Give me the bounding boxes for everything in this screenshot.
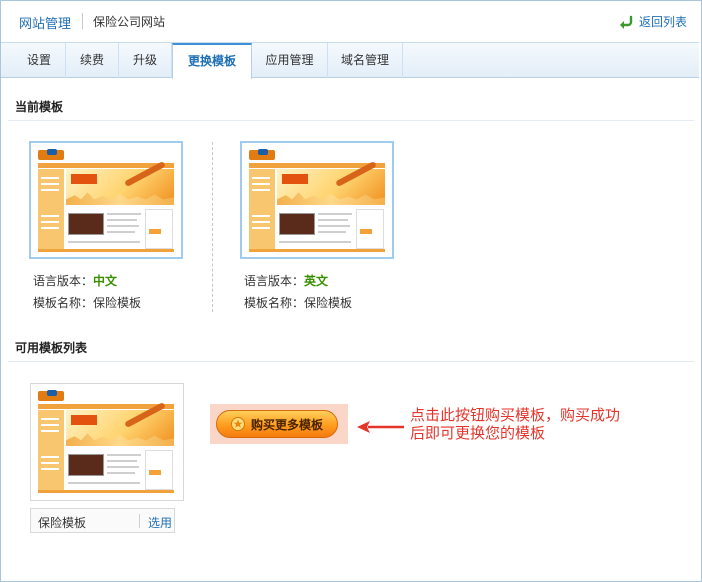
return-arrow-icon [619,15,633,29]
tab-renew[interactable]: 续费 [66,43,119,78]
current-template-thumbnail-zh [29,141,183,259]
tab-bar: 设置 续费 升级 更换模板 应用管理 域名管理 [1,43,699,79]
back-label: 返回列表 [638,15,687,29]
select-template-link[interactable]: 选用 [148,514,172,531]
available-template-row: 保险模板 选用 [30,508,175,533]
tab-upgrade[interactable]: 升级 [119,43,172,78]
site-management-link[interactable]: 网站管理 [19,13,71,32]
buy-annotation: 点击此按钮购买模板，购买成功后即可更换您的模板 [410,406,621,442]
back-to-list-link[interactable]: 返回列表 [618,13,687,30]
template-language-zh: 语言版本：中文 [33,274,118,288]
row-divider [139,514,140,528]
template-name-en: 模板名称：保险模板 [244,296,353,310]
header-divider [82,13,83,29]
section-divider [8,361,694,362]
available-template-thumbnail[interactable] [30,383,184,501]
tab-change-template[interactable]: 更换模板 [172,43,252,79]
template-language-en: 语言版本：英文 [244,274,329,288]
available-templates-heading: 可用模板列表 [15,341,88,355]
top-header: 网站管理 保险公司网站 返回列表 [1,1,699,43]
current-template-thumbnail-en [240,141,394,259]
site-name: 保险公司网站 [93,15,166,29]
tab-app-management[interactable]: 应用管理 [252,43,328,78]
tab-settings[interactable]: 设置 [13,43,66,78]
buy-button-label: 购买更多模板 [250,417,323,432]
star-icon [230,417,245,431]
pointer-arrow-icon [357,421,404,433]
tab-domain-management[interactable]: 域名管理 [328,43,403,78]
template-name-zh: 模板名称：保险模板 [33,296,142,310]
available-template-name: 保险模板 [38,516,87,530]
section-divider [8,120,694,121]
current-templates-heading: 当前模板 [15,100,64,114]
buy-more-templates-button[interactable]: 购买更多模板 [216,410,338,438]
column-divider [212,142,213,312]
